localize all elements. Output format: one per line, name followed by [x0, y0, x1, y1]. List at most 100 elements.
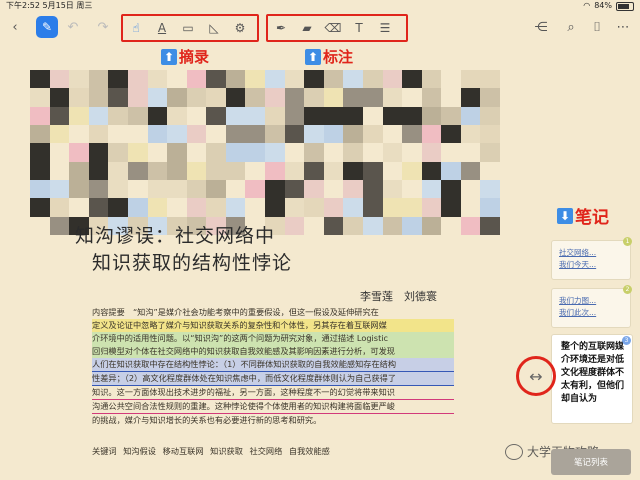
mosaic-cell: [460, 180, 481, 199]
resize-handle[interactable]: ↔: [516, 356, 556, 396]
text-excerpt-icon[interactable]: A: [149, 17, 175, 39]
notes-hint: ⬇ 笔记: [557, 203, 609, 228]
mosaic-cell: [108, 198, 128, 217]
mosaic-cell: [245, 180, 265, 199]
mosaic-cell: [30, 70, 50, 89]
pen-icon[interactable]: ✒: [268, 17, 294, 39]
eraser-icon[interactable]: ⌫: [320, 17, 346, 39]
lasso-icon[interactable]: ◺: [201, 17, 227, 39]
mosaic-cell: [421, 198, 442, 217]
box-excerpt-icon[interactable]: ▭: [175, 17, 201, 39]
mosaic-cell: [167, 88, 187, 107]
select-hand-icon[interactable]: ☝: [123, 17, 149, 39]
mosaic-cell: [245, 88, 265, 107]
note-icon[interactable]: ☰: [372, 17, 398, 39]
mosaic-cell: [441, 70, 461, 89]
mosaic-cell: [441, 88, 461, 107]
mosaic-cell: [147, 125, 168, 144]
mosaic-cell: [265, 70, 285, 89]
mosaic-cell: [441, 161, 461, 180]
mosaic-cell: [421, 106, 442, 125]
mosaic-cell: [69, 143, 89, 162]
mosaic-cell: [186, 180, 207, 199]
mosaic-cell: [480, 143, 500, 162]
mosaic-cell: [88, 180, 109, 199]
mosaic-cell: [480, 106, 500, 125]
bookmark-icon[interactable]: ⌷: [586, 16, 608, 38]
excerpt-tool-group: ☝ A ▭ ◺ ⚙: [121, 14, 259, 42]
mosaic-cell: [421, 180, 442, 199]
swap-arrows-icon: ↔: [529, 366, 543, 386]
more-icon[interactable]: ⋯: [612, 16, 634, 38]
mosaic-cell: [382, 125, 403, 144]
mosaic-cell: [245, 198, 265, 217]
mosaic-cell: [186, 198, 207, 217]
mosaic-cell: [49, 88, 70, 107]
mosaic-cell: [421, 216, 442, 235]
mosaic-cell: [480, 198, 500, 217]
mosaic-cell: [304, 198, 324, 217]
mosaic-cell: [225, 143, 246, 162]
mosaic-cell: [343, 125, 363, 144]
mosaic-cell: [402, 198, 422, 217]
mosaic-cell: [323, 106, 344, 125]
mosaic-cell: [304, 88, 324, 107]
mosaic-cell: [30, 125, 50, 144]
mosaic-cell: [108, 70, 128, 89]
mosaic-cell: [480, 70, 500, 89]
mosaic-cell: [88, 106, 109, 125]
mosaic-cell: [127, 70, 148, 89]
mosaic-cell: [206, 161, 226, 180]
arrow-up-icon: ⬆: [305, 48, 321, 65]
mosaic-cell: [382, 216, 403, 235]
mosaic-cell: [460, 143, 481, 162]
mosaic-cell: [304, 143, 324, 162]
mosaic-cell: [362, 125, 383, 144]
mosaic-cell: [480, 125, 500, 144]
mosaic-cell: [441, 216, 461, 235]
mosaic-cell: [69, 125, 89, 144]
mosaic-cell: [225, 88, 246, 107]
abstract[interactable]: 内容提要 “知沟”是媒介社会功能考察中的重要假设，但这一假设及延伸研究在 定义及…: [92, 306, 454, 427]
mosaic-cell: [206, 106, 226, 125]
mosaic-cell: [147, 70, 168, 89]
mosaic-cell: [362, 106, 383, 125]
textbox-icon[interactable]: T: [346, 17, 372, 39]
note-card[interactable]: 社交网络... 我们今天... 1: [551, 237, 632, 280]
share-nodes-icon[interactable]: ⋲: [530, 16, 552, 38]
back-chevron-icon[interactable]: ‹: [4, 16, 26, 38]
note-badge: 1: [623, 237, 632, 246]
mosaic-cell: [206, 143, 226, 162]
settings-gear-icon[interactable]: ⚙: [227, 17, 253, 39]
note-card[interactable]: 我们力图... 我们此次... 2: [551, 285, 632, 328]
mosaic-cell: [127, 180, 148, 199]
mosaic-cell: [441, 180, 461, 199]
keywords-label: 关键词: [92, 446, 117, 456]
mosaic-cell: [460, 125, 481, 144]
mosaic-cell: [147, 143, 168, 162]
highlighter-icon[interactable]: ▰: [294, 17, 320, 39]
mosaic-cell: [441, 125, 461, 144]
note-card-active[interactable]: 整个的互联网媒介环境还是对低文化程度群体不太有利，但他们却自认为 3: [551, 334, 633, 424]
mosaic-cell: [167, 106, 187, 125]
note-list-button[interactable]: 笔记列表: [551, 449, 631, 475]
keyword: 知识获取: [210, 446, 243, 456]
wifi-icon: ◠: [583, 1, 591, 10]
mosaic-cell: [382, 198, 403, 217]
battery-icon: [616, 1, 634, 11]
mosaic-cell: [127, 161, 148, 180]
mosaic-cell: [265, 180, 285, 199]
search-icon[interactable]: ⌕: [560, 16, 582, 38]
undo-icon[interactable]: ↶: [62, 16, 84, 38]
mosaic-cell: [186, 161, 207, 180]
pixelated-region: [30, 70, 500, 235]
mosaic-cell: [108, 180, 128, 199]
mosaic-cell: [460, 198, 481, 217]
annotation-mode-button[interactable]: ✎: [36, 16, 58, 38]
mosaic-cell: [147, 106, 168, 125]
mosaic-cell: [460, 161, 481, 180]
mosaic-cell: [480, 180, 500, 199]
redo-icon[interactable]: ↷: [92, 16, 114, 38]
mosaic-cell: [323, 161, 344, 180]
mosaic-cell: [362, 88, 383, 107]
